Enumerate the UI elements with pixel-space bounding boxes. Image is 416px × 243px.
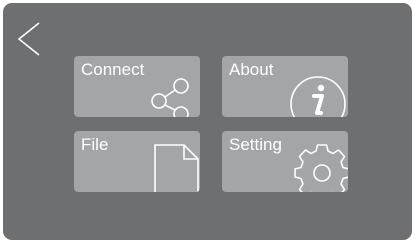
connect-tile[interactable]: Connect xyxy=(74,56,200,117)
back-button[interactable] xyxy=(15,19,45,59)
about-tile[interactable]: About xyxy=(222,56,348,117)
info-icon xyxy=(288,68,348,117)
share-icon xyxy=(146,70,200,117)
gear-icon xyxy=(286,141,348,192)
about-label: About xyxy=(229,60,274,79)
device-screen: Connect About File Setting xyxy=(3,3,412,240)
setting-label: Setting xyxy=(229,135,282,154)
file-tile[interactable]: File xyxy=(74,131,200,192)
file-label: File xyxy=(81,135,109,154)
back-arrow-icon xyxy=(17,22,40,56)
connect-label: Connect xyxy=(81,60,145,79)
file-icon xyxy=(152,143,200,192)
setting-tile[interactable]: Setting xyxy=(222,131,348,192)
